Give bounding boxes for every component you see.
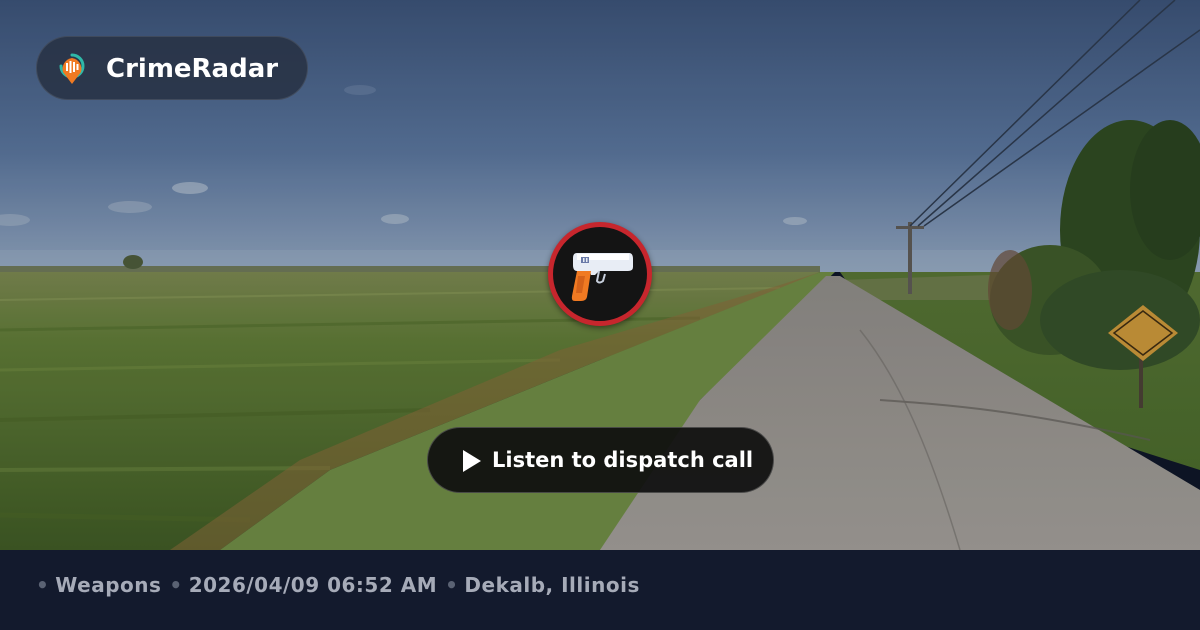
incident-footer: • Weapons • 2026/04/09 06:52 AM • Dekalb, Ill… [0, 550, 1200, 630]
handgun-icon [571, 253, 633, 301]
listen-dispatch-label: Listen to dispatch call [492, 448, 754, 472]
listen-dispatch-button[interactable]: Listen to dispatch call [427, 427, 774, 493]
incident-marker[interactable] [548, 222, 652, 326]
brand-badge[interactable]: CrimeRadar [36, 36, 308, 100]
incident-category: Weapons [55, 573, 162, 597]
separator-dot: • [445, 573, 459, 597]
radar-pin-icon [57, 53, 87, 85]
brand-name: CrimeRadar [106, 54, 279, 84]
incident-datetime: 2026/04/09 06:52 AM [188, 573, 438, 597]
separator-dot: • [36, 573, 50, 597]
separator-dot: • [169, 573, 183, 597]
incident-meta: • Weapons • 2026/04/09 06:52 AM • Dekalb, Ill… [36, 550, 640, 620]
play-icon [461, 448, 483, 474]
incident-location: Dekalb, Illinois [464, 573, 640, 597]
